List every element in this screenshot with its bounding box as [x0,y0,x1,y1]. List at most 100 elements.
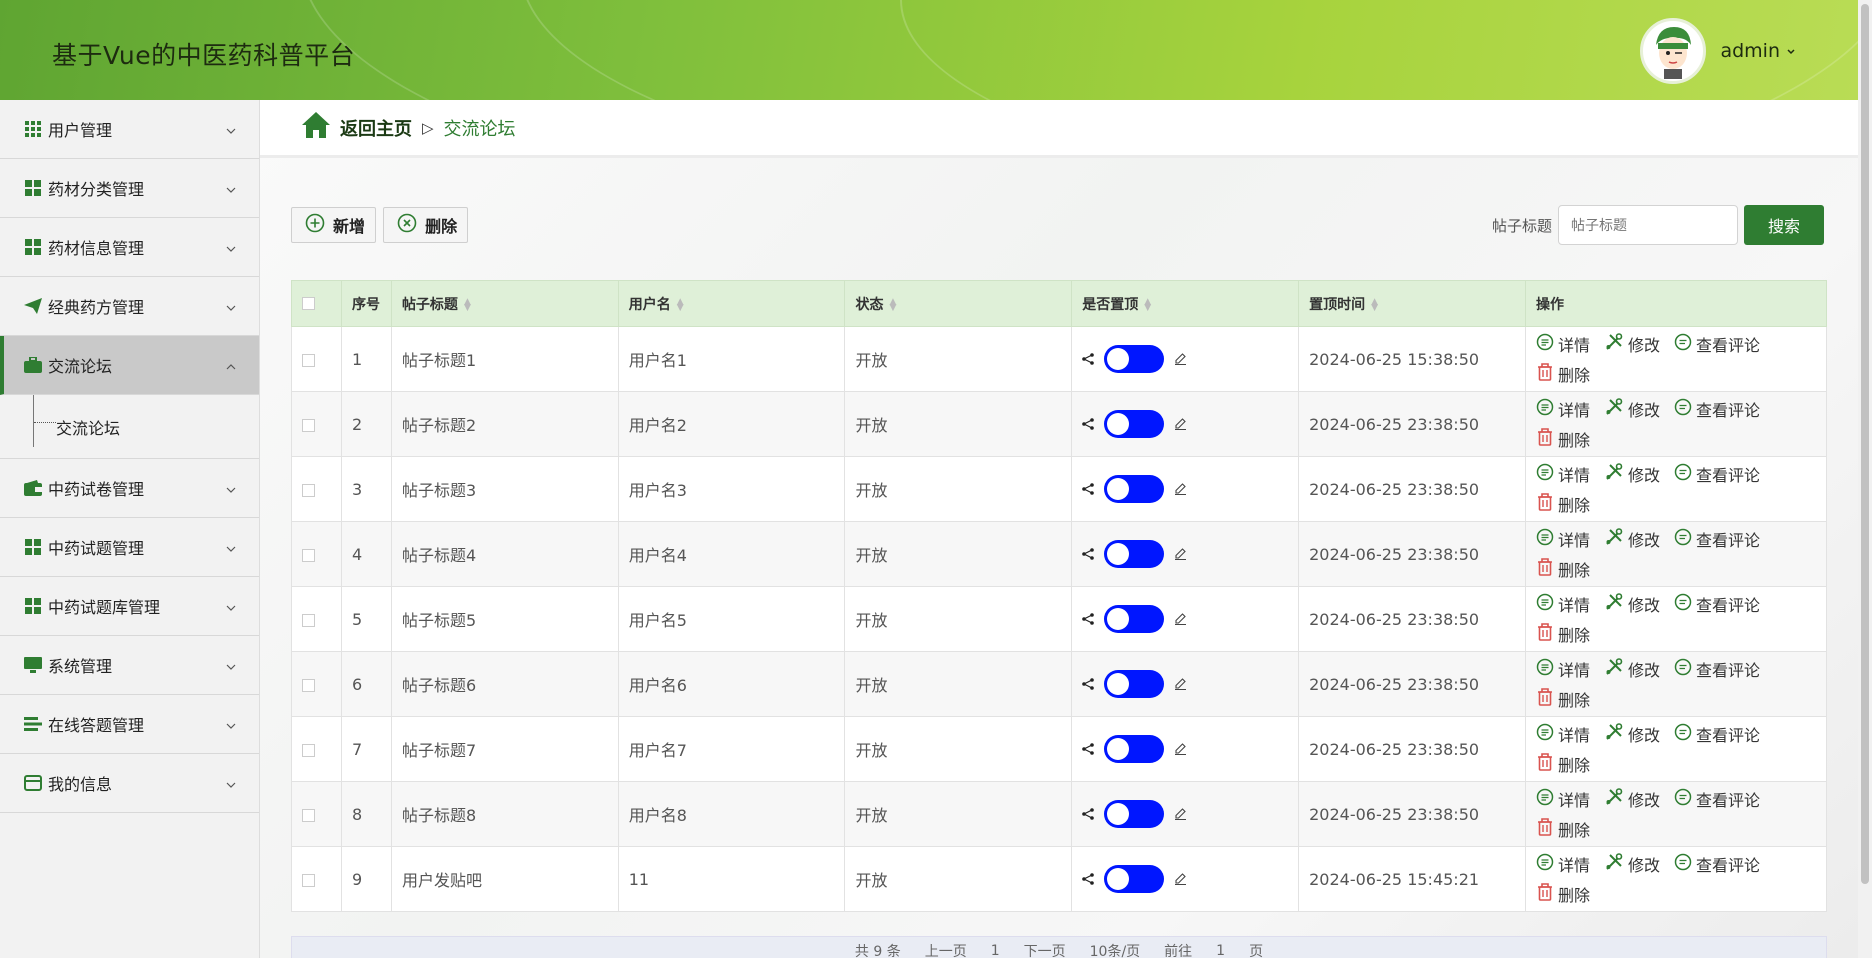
pagination-prev[interactable]: 上一页 [925,941,967,958]
row-select[interactable] [291,521,342,587]
row-select[interactable] [291,586,342,652]
detail-button[interactable]: 详情 [1536,527,1590,551]
scrollbar-thumb[interactable] [1861,4,1869,884]
row-select[interactable] [291,326,342,392]
checkbox[interactable] [302,613,315,627]
row-delete-button[interactable]: 删除 [1536,817,1590,841]
row-delete-button[interactable]: 删除 [1536,752,1590,776]
sidebar-item-exam-paper[interactable]: 中药试卷管理 [0,459,259,518]
pagination-next[interactable]: 下一页 [1024,941,1066,958]
checkbox[interactable] [302,743,315,757]
row-delete-button[interactable]: 删除 [1536,492,1590,516]
edit-button[interactable]: 修改 [1604,527,1660,551]
search-button[interactable]: 搜索 [1744,205,1824,245]
pagination-page[interactable]: 1 [991,943,1000,958]
home-icon[interactable] [302,112,330,143]
pinned-toggle[interactable] [1104,605,1165,633]
edit-button[interactable]: 修改 [1604,397,1660,421]
detail-button[interactable]: 详情 [1536,592,1590,616]
pinned-toggle[interactable] [1104,800,1165,828]
view-comments-button[interactable]: 查看评论 [1674,592,1760,616]
pinned-toggle[interactable] [1104,540,1165,568]
checkbox[interactable] [302,418,315,432]
row-delete-button[interactable]: 删除 [1536,687,1590,711]
sidebar-item-forum[interactable]: 交流论坛 [0,336,259,395]
edit-button[interactable]: 修改 [1604,332,1660,356]
detail-button[interactable]: 详情 [1536,657,1590,681]
view-comments-button[interactable]: 查看评论 [1674,397,1760,421]
row-select[interactable] [291,781,342,847]
row-delete-button[interactable]: 删除 [1536,362,1590,386]
view-comments-button[interactable]: 查看评论 [1674,527,1760,551]
edit-button[interactable]: 修改 [1604,592,1660,616]
detail-button[interactable]: 详情 [1536,462,1590,486]
pagination-size[interactable]: 10条/页 [1090,941,1141,958]
header-pinned[interactable]: 是否置顶 ▲ ▼ [1071,280,1300,327]
user-menu[interactable]: admin [1640,18,1796,84]
view-comments-button[interactable]: 查看评论 [1674,462,1760,486]
row-select[interactable] [291,456,342,522]
sort-icon[interactable]: ▲ ▼ [1371,297,1378,312]
sidebar-item-user-management[interactable]: 用户管理 [0,100,259,159]
delete-button[interactable]: 删除 [383,207,469,243]
sidebar-item-herb-info[interactable]: 药材信息管理 [0,218,259,277]
username[interactable]: admin [1720,40,1796,62]
sort-icon[interactable]: ▲ ▼ [1144,297,1151,312]
sidebar-item-question[interactable]: 中药试题管理 [0,518,259,577]
row-delete-button[interactable]: 删除 [1536,622,1590,646]
page-scrollbar[interactable] [1858,0,1872,958]
sidebar-subitem-forum[interactable]: 交流论坛 [0,395,259,459]
checkbox[interactable] [302,808,315,822]
checkbox[interactable] [302,678,315,692]
checkbox[interactable] [302,297,315,310]
sort-icon[interactable]: ▲ ▼ [889,297,896,312]
checkbox[interactable] [302,548,315,562]
row-select[interactable] [291,716,342,782]
row-select[interactable] [291,846,342,912]
add-button[interactable]: 新增 [291,207,377,243]
edit-button[interactable]: 修改 [1604,462,1660,486]
view-comments-button[interactable]: 查看评论 [1674,787,1760,811]
pinned-toggle[interactable] [1104,410,1165,438]
checkbox[interactable] [302,353,315,367]
pinned-toggle[interactable] [1104,345,1165,373]
sidebar-item-my-info[interactable]: 我的信息 [0,754,259,813]
sidebar-item-classic-prescription[interactable]: 经典药方管理 [0,277,259,336]
edit-button[interactable]: 修改 [1604,657,1660,681]
sort-icon[interactable]: ▲ ▼ [677,297,684,312]
row-delete-button[interactable]: 删除 [1536,557,1590,581]
header-pinned-time[interactable]: 置顶时间 ▲ ▼ [1298,280,1526,327]
header-username[interactable]: 用户名 ▲ ▼ [617,280,846,327]
header-title[interactable]: 帖子标题 ▲ ▼ [390,280,619,327]
pinned-toggle[interactable] [1104,475,1165,503]
pinned-toggle[interactable] [1104,865,1165,893]
search-input[interactable] [1558,205,1738,245]
row-delete-button[interactable]: 删除 [1536,882,1590,906]
pinned-toggle[interactable] [1104,670,1165,698]
sidebar-item-question-bank[interactable]: 中药试题库管理 [0,577,259,636]
detail-button[interactable]: 详情 [1536,397,1590,421]
view-comments-button[interactable]: 查看评论 [1674,332,1760,356]
checkbox[interactable] [302,873,315,887]
sidebar-item-herb-category[interactable]: 药材分类管理 [0,159,259,218]
checkbox[interactable] [302,483,315,497]
avatar[interactable] [1640,18,1707,84]
sidebar-item-system[interactable]: 系统管理 [0,636,259,695]
breadcrumb-home[interactable]: 返回主页 [340,115,412,141]
pagination-goto-input[interactable]: 1 [1216,943,1225,958]
detail-button[interactable]: 详情 [1536,722,1590,746]
header-status[interactable]: 状态 ▲ ▼ [844,280,1073,327]
header-select-all[interactable] [291,280,342,327]
row-select[interactable] [291,391,342,457]
edit-button[interactable]: 修改 [1604,787,1660,811]
view-comments-button[interactable]: 查看评论 [1674,852,1760,876]
detail-button[interactable]: 详情 [1536,852,1590,876]
detail-button[interactable]: 详情 [1536,787,1590,811]
view-comments-button[interactable]: 查看评论 [1674,722,1760,746]
row-select[interactable] [291,651,342,717]
sidebar-item-online-answer[interactable]: 在线答题管理 [0,695,259,754]
edit-button[interactable]: 修改 [1604,722,1660,746]
row-delete-button[interactable]: 删除 [1536,427,1590,451]
detail-button[interactable]: 详情 [1536,332,1590,356]
pinned-toggle[interactable] [1104,735,1165,763]
